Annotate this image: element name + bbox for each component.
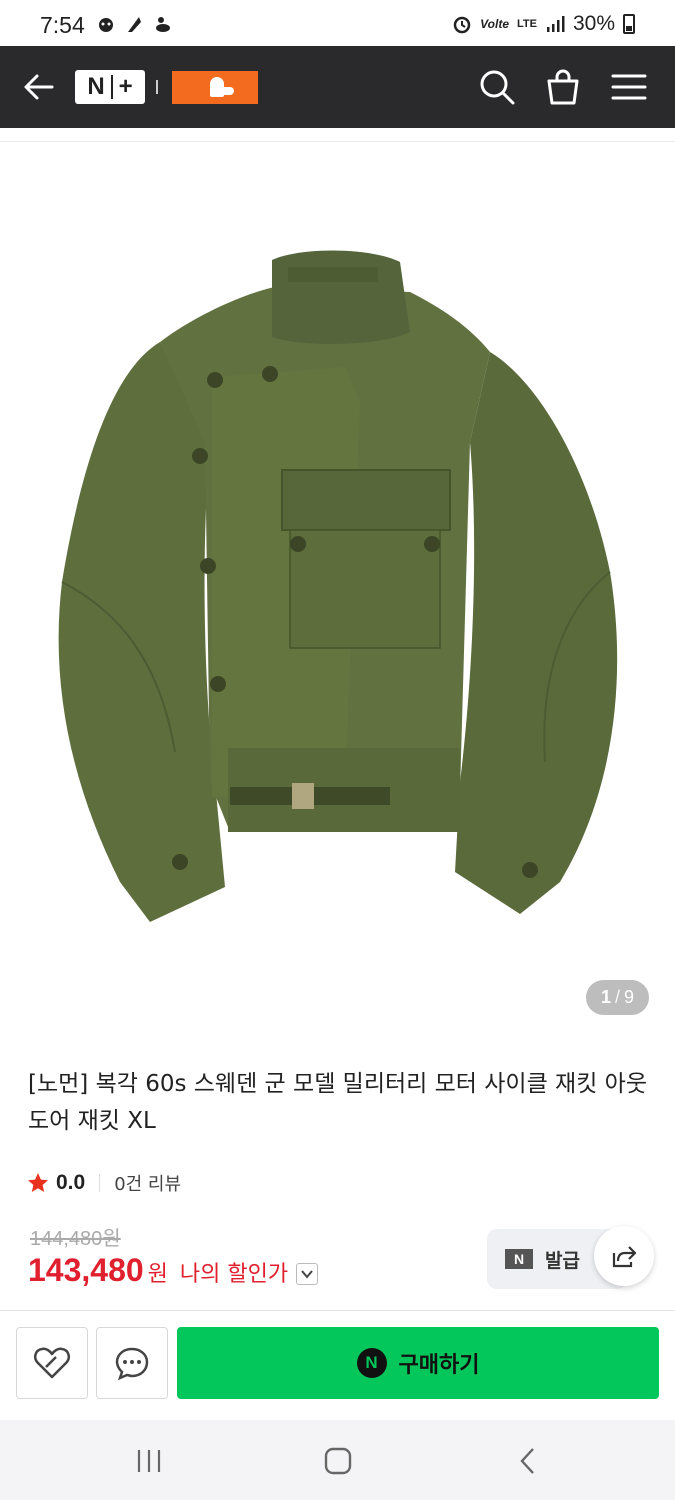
wishlist-button[interactable] <box>16 1327 88 1399</box>
nplus-logo[interactable]: N + <box>75 70 145 104</box>
lte-indicator: LTE <box>517 18 537 30</box>
chat-icon <box>115 1347 149 1380</box>
recent-apps-icon[interactable] <box>134 1446 164 1476</box>
naver-n-badge: N <box>505 1249 533 1269</box>
logo-divider <box>156 80 158 94</box>
system-icons: Volte LTE 30% <box>452 12 635 36</box>
store-logo-mark-base <box>216 87 234 95</box>
store-logo[interactable] <box>172 71 258 104</box>
price-unit: 원 <box>147 1262 168 1287</box>
logo-separator <box>110 75 113 99</box>
home-icon[interactable] <box>323 1446 353 1476</box>
naver-pay-badge: N <box>356 1348 387 1378</box>
notification-bird-icon <box>156 17 170 32</box>
alarm-icon <box>453 16 471 34</box>
notification-feather-icon <box>128 17 141 32</box>
image-counter-separator: / <box>614 987 620 1007</box>
image-counter-total: 9 <box>624 987 635 1007</box>
bottom-action-bar: N 구매하기 <box>0 1310 675 1420</box>
heart-icon <box>33 1347 71 1379</box>
shopping-bag-icon[interactable] <box>544 68 582 106</box>
image-counter-current: 1 <box>600 987 611 1007</box>
sale-price: 143,480 <box>28 1252 144 1288</box>
nplus-logo-n: N <box>87 73 105 100</box>
app-header: N + <box>0 46 675 128</box>
status-time: 7:54 <box>40 12 85 38</box>
share-icon <box>612 1246 637 1268</box>
back-arrow-icon[interactable] <box>22 72 56 102</box>
rating-row: 0.0 0건 리뷰 <box>26 1170 181 1196</box>
my-price-label[interactable]: 나의 할인가 <box>180 1256 288 1288</box>
coupon-issue-label: 발급 <box>545 1249 580 1272</box>
star-icon <box>28 1173 48 1192</box>
system-nav-bar <box>0 1420 675 1500</box>
status-bar: 7:54 Volte LTE 30% <box>0 0 675 46</box>
buy-button-label: 구매하기 <box>398 1353 480 1378</box>
rating-value: 0.0 <box>56 1171 86 1194</box>
notification-icons <box>96 14 172 34</box>
talk-talk-button[interactable] <box>96 1327 168 1399</box>
jacket-image <box>58 250 618 922</box>
nav-back-icon[interactable] <box>513 1446 543 1476</box>
volte-indicator: Volte <box>480 17 509 31</box>
original-price: 144,480원 <box>30 1228 121 1250</box>
battery-percent: 30% <box>572 12 615 35</box>
notification-app-icon <box>99 18 113 32</box>
product-image[interactable] <box>0 142 675 1032</box>
battery-icon <box>623 14 635 34</box>
review-count-link[interactable]: 0건 리뷰 <box>114 1170 181 1196</box>
search-icon[interactable] <box>478 68 516 106</box>
product-title: [노먼] 복각 60s 스웨덴 군 모델 밀리터리 모터 사이클 재킷 아웃도어… <box>28 1071 647 1134</box>
my-price-toggle[interactable] <box>296 1263 319 1285</box>
share-button[interactable] <box>594 1226 654 1286</box>
image-counter: 1 / 9 <box>586 980 649 1015</box>
nplus-logo-plus: + <box>118 73 133 100</box>
price-row: 143,480 원 나의 할인가 <box>28 1252 319 1289</box>
rating-divider <box>99 1174 101 1192</box>
menu-icon[interactable] <box>610 68 648 106</box>
chevron-down-icon <box>301 1270 313 1279</box>
header-divider <box>0 128 675 142</box>
buy-button[interactable]: N 구매하기 <box>177 1327 659 1399</box>
signal-icon <box>546 16 565 32</box>
